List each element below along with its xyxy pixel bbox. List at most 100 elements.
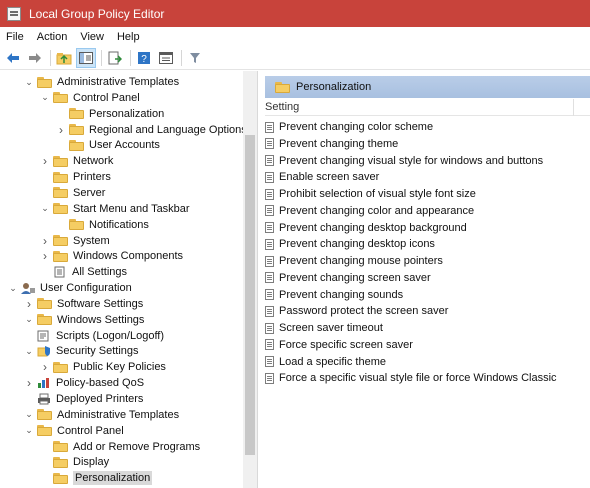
collapse-arrow-icon[interactable]: ⌄ <box>24 312 34 328</box>
up-folder-icon[interactable] <box>54 48 74 68</box>
toolbar-separator <box>130 49 131 66</box>
tree-item-label: Deployed Printers <box>56 393 144 405</box>
folder-icon <box>53 187 68 199</box>
policy-row[interactable]: Prevent changing visual style for window… <box>265 153 543 169</box>
expand-arrow-icon[interactable]: › <box>24 375 34 391</box>
policy-row[interactable]: Prevent changing color scheme <box>265 119 433 135</box>
tree-item[interactable]: ⌄ Security Settings <box>24 343 139 359</box>
expand-arrow-icon[interactable]: › <box>40 153 50 169</box>
policy-setting-icon <box>265 255 274 267</box>
back-icon[interactable] <box>3 48 23 68</box>
expand-arrow-icon[interactable]: › <box>56 122 66 138</box>
tree-item-label: Public Key Policies <box>73 361 166 374</box>
policy-setting-icon <box>265 289 274 300</box>
tree-item[interactable]: Deployed Printers <box>24 391 143 407</box>
policy-row[interactable]: Prevent changing desktop icons <box>265 236 435 252</box>
folder-icon <box>53 155 68 167</box>
tree-item[interactable]: Add or Remove Programs <box>40 439 200 455</box>
tree-item[interactable]: › Network <box>40 153 113 169</box>
tree-item[interactable]: › Policy-based QoS <box>24 375 144 391</box>
policy-row[interactable]: Load a specific theme <box>265 354 386 370</box>
toolbar-separator <box>50 49 51 66</box>
expand-arrow-icon[interactable]: › <box>24 296 34 312</box>
filter-icon[interactable] <box>185 48 205 68</box>
menu-action[interactable]: Action <box>37 31 68 43</box>
tree-item-label: Windows Components <box>73 250 184 263</box>
menu-help[interactable]: Help <box>117 31 140 43</box>
scrollbar-thumb[interactable] <box>245 135 255 455</box>
tree-item-label: Administrative Templates <box>57 76 180 88</box>
policy-row[interactable]: Prevent changing color and appearance <box>265 203 474 219</box>
policy-row[interactable]: Force a specific visual style file or fo… <box>265 370 557 386</box>
collapse-arrow-icon[interactable]: ⌄ <box>24 74 34 90</box>
menu-bar: File Action View Help <box>0 27 590 46</box>
tree-item[interactable]: All Settings <box>40 264 127 280</box>
policy-row[interactable]: Force specific screen saver <box>265 337 413 353</box>
policy-row[interactable]: Enable screen saver <box>265 169 379 185</box>
tree-item[interactable]: Personalization <box>40 470 153 486</box>
column-header-setting[interactable]: Setting <box>265 99 590 116</box>
help-icon[interactable]: ? <box>134 48 154 68</box>
tree-item[interactable]: Server <box>40 185 105 201</box>
tree-item[interactable]: ⌄ Windows Settings <box>24 312 144 328</box>
policy-name: Prevent changing visual style for window… <box>279 154 544 167</box>
printer-icon <box>37 393 51 405</box>
forward-icon[interactable] <box>25 48 45 68</box>
folder-icon <box>275 81 290 93</box>
collapse-arrow-icon[interactable]: ⌄ <box>40 201 50 217</box>
tree-item-label: Security Settings <box>56 345 139 358</box>
menu-view[interactable]: View <box>80 31 104 43</box>
tree-item-label: Policy-based QoS <box>56 377 145 390</box>
policy-row[interactable]: Screen saver timeout <box>265 320 383 336</box>
column-header-label: Setting <box>265 101 300 113</box>
tree-item-label: User Configuration <box>40 282 132 295</box>
collapse-arrow-icon[interactable]: ⌄ <box>8 280 18 296</box>
policy-row[interactable]: Prevent changing screen saver <box>265 270 431 286</box>
tree-item[interactable]: › Software Settings <box>24 296 143 312</box>
show-hide-tree-icon[interactable] <box>76 47 96 68</box>
tree-item[interactable]: User Accounts <box>56 137 160 153</box>
tree-item[interactable]: › Public Key Policies <box>40 359 166 375</box>
collapse-arrow-icon[interactable]: ⌄ <box>24 407 34 423</box>
expand-arrow-icon[interactable]: › <box>40 248 50 264</box>
policy-setting-icon <box>265 322 274 334</box>
export-list-icon[interactable] <box>105 48 125 68</box>
tree-item[interactable]: ⌄ User Configuration <box>8 280 132 296</box>
policy-name: Prevent changing desktop icons <box>279 238 435 251</box>
policy-row[interactable]: Prevent changing desktop background <box>265 220 467 236</box>
collapse-arrow-icon[interactable]: ⌄ <box>24 423 34 439</box>
tree-item[interactable]: ⌄ Administrative Templates <box>24 407 179 423</box>
tree-item-label: All Settings <box>72 266 128 279</box>
policy-setting-icon <box>265 372 274 384</box>
tree-item[interactable]: › Regional and Language Options <box>56 122 247 138</box>
properties-icon[interactable] <box>156 48 176 68</box>
tree-pane[interactable]: ⌄ Administrative Templates ⌄ Control Panel P… <box>0 71 258 488</box>
tree-item[interactable]: ⌄ Control Panel <box>24 423 123 439</box>
tree-item[interactable]: Printers <box>40 169 111 185</box>
tree-item[interactable]: ⌄ Start Menu and Taskbar <box>40 201 189 217</box>
tree-item[interactable]: › Windows Components <box>40 248 183 264</box>
tree-item[interactable]: ⌄ Administrative Templates <box>24 74 179 90</box>
tree-item[interactable]: Display <box>40 454 109 470</box>
tree-item[interactable]: Notifications <box>56 217 149 233</box>
policy-row[interactable]: Prevent changing theme <box>265 136 398 152</box>
menu-file[interactable]: File <box>6 31 24 43</box>
policy-row[interactable]: Prevent changing sounds <box>265 287 403 303</box>
tree-scrollbar[interactable] <box>243 71 257 488</box>
tree-item[interactable]: ⌄ Control Panel <box>40 90 139 106</box>
policy-row[interactable]: Prevent changing mouse pointers <box>265 253 443 269</box>
tree-item[interactable]: › System <box>40 233 110 249</box>
policy-row[interactable]: Password protect the screen saver <box>265 303 448 319</box>
expand-arrow-icon[interactable]: › <box>40 359 50 375</box>
policy-name: Screen saver timeout <box>279 322 383 334</box>
collapse-arrow-icon[interactable]: ⌄ <box>24 343 34 359</box>
tree-item[interactable]: Personalization <box>56 106 164 122</box>
policy-row[interactable]: Prohibit selection of visual style font … <box>265 186 476 202</box>
tree-item[interactable]: Scripts (Logon/Logoff) <box>24 328 164 344</box>
collapse-arrow-icon[interactable]: ⌄ <box>40 90 50 106</box>
column-separator[interactable] <box>573 99 574 116</box>
expand-arrow-icon[interactable]: › <box>40 233 50 249</box>
